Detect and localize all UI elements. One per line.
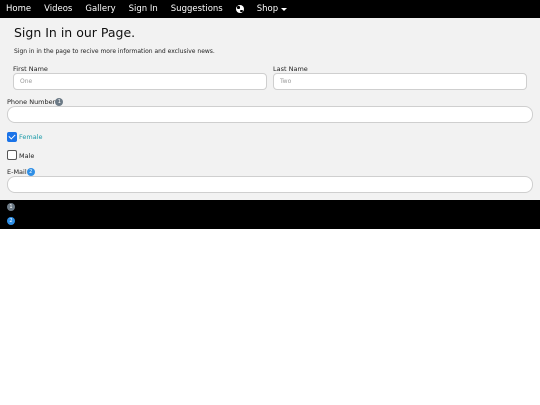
email-field[interactable] (7, 176, 533, 193)
nav-home[interactable]: Home (6, 4, 31, 14)
nav-shop-dropdown[interactable]: Shop (256, 4, 288, 14)
phone-info-badge[interactable]: 1 (55, 98, 64, 106)
first-name-label: First Name (13, 65, 48, 73)
phone-label-row: Phone Number 1 (7, 98, 64, 106)
nav-sign-in[interactable]: Sign In (129, 4, 158, 14)
last-name-field[interactable]: Two (273, 73, 527, 90)
male-checkbox[interactable] (7, 150, 17, 160)
last-name-label: Last Name (273, 65, 308, 73)
nav-gallery[interactable]: Gallery (85, 4, 115, 14)
globe-icon (235, 5, 244, 13)
phone-number-field[interactable] (7, 106, 533, 123)
nav-suggestions[interactable]: Suggestions (171, 4, 223, 14)
male-label: Male (19, 152, 35, 160)
female-checkbox[interactable] (7, 132, 17, 142)
top-navbar: Home Videos Gallery Sign In Suggestions … (0, 0, 540, 18)
caret-down-icon (281, 7, 288, 11)
email-label-row: E-Mail 2 (7, 168, 35, 176)
page-title: Sign In in our Page. (14, 25, 136, 40)
sign-in-panel: Sign In in our Page. Sign in in the page… (0, 18, 540, 200)
last-name-placeholder: Two (280, 78, 292, 85)
footnote-2: 2 (7, 217, 15, 225)
email-info-badge[interactable]: 2 (26, 168, 35, 176)
language-menu[interactable] (235, 5, 244, 13)
first-name-field[interactable]: One (13, 73, 267, 90)
first-name-placeholder: One (20, 78, 33, 85)
page-subtitle: Sign in in the page to recive more infor… (14, 48, 215, 55)
phone-label: Phone Number (7, 98, 56, 106)
footnotes-bar: 1 2 (0, 200, 540, 229)
footnote-1: 1 (7, 203, 15, 211)
nav-videos[interactable]: Videos (44, 4, 72, 14)
email-label: E-Mail (7, 168, 27, 176)
female-label: Female (19, 133, 43, 141)
nav-shop-label: Shop (256, 4, 279, 14)
